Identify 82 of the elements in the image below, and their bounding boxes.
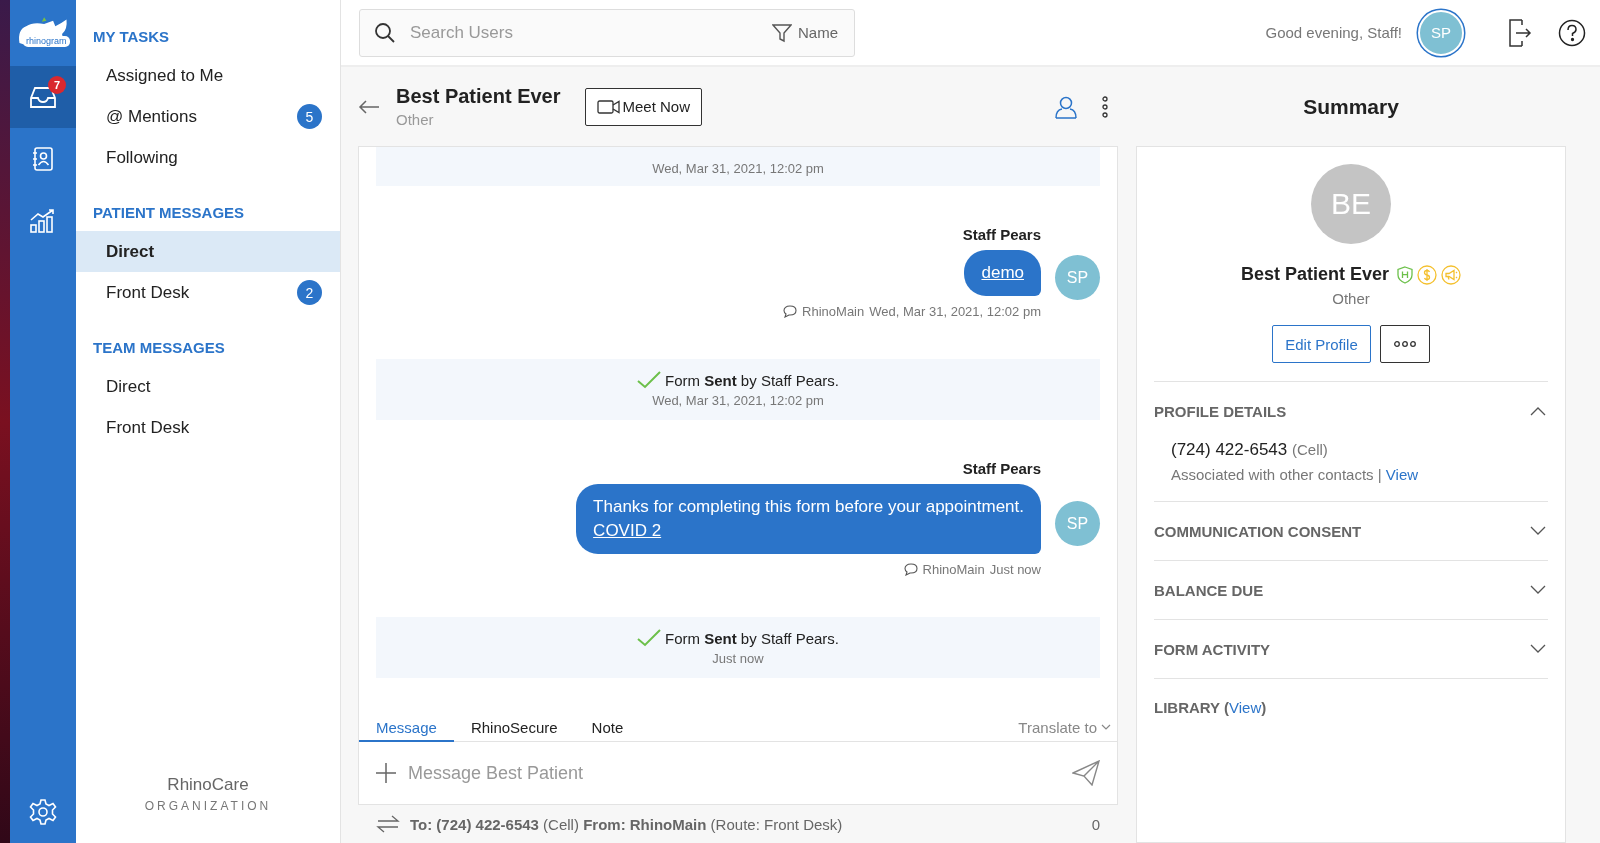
sidebar-item[interactable]: Direct — [76, 231, 340, 272]
route-info: To: (724) 422-6543 (Cell) From: RhinoMain (Route: Front Desk) — [410, 815, 843, 833]
back-arrow-icon[interactable] — [358, 98, 380, 115]
logout-icon[interactable] — [1508, 18, 1532, 47]
organization-name: RhinoCare — [166, 775, 250, 795]
sidebar-item[interactable]: Following — [76, 137, 340, 178]
chat-bubble-icon — [903, 563, 918, 576]
message-link[interactable]: demo — [981, 261, 1024, 285]
search-icon — [374, 21, 396, 44]
library-view-link[interactable]: View — [1229, 699, 1262, 716]
message-time: Wed, Mar 31, 2021, 12:02 pm — [869, 304, 1041, 319]
section-heading: PATIENT MESSAGES — [92, 204, 246, 221]
greeting-text: Good evening, Staff! — [1265, 24, 1402, 41]
message-text: Thanks for completing this form before your appointment. — [593, 496, 1024, 518]
event-text: Form Sent by Staff Pears. — [665, 372, 839, 389]
chat-bubble-icon — [783, 305, 798, 318]
sender-name: Staff Pears — [962, 460, 1041, 477]
person-icon[interactable] — [1054, 94, 1078, 119]
patient-name: Best Patient Ever — [1240, 264, 1390, 285]
compose-tab[interactable]: Message — [359, 719, 454, 742]
meet-now-button[interactable]: Meet Now — [584, 87, 703, 126]
video-camera-icon — [596, 99, 621, 114]
dollar-icon — [1417, 264, 1438, 285]
sidebar-item[interactable]: Front Desk — [76, 407, 340, 448]
section-heading: MY TASKS — [92, 28, 171, 45]
sender-avatar: SP — [1055, 255, 1100, 300]
message-channel: RhinoMain — [922, 562, 985, 577]
edit-profile-button[interactable]: Edit Profile — [1272, 325, 1371, 363]
accordion-header[interactable]: BALANCE DUE — [1154, 561, 1548, 619]
send-icon[interactable] — [1072, 760, 1100, 786]
character-count: 0 — [1091, 815, 1100, 833]
checkmark-icon — [637, 371, 661, 389]
summary-title: Summary — [1302, 93, 1400, 120]
section-heading: TEAM MESSAGES — [92, 339, 226, 356]
sender-name: Staff Pears — [962, 226, 1041, 243]
organization-label: ORGANIZATION — [143, 799, 273, 813]
plus-icon[interactable] — [376, 763, 396, 783]
count-badge: 5 — [297, 104, 322, 129]
accordion-header[interactable]: PROFILE DETAILS — [1154, 382, 1548, 440]
contact-type: Other — [396, 111, 435, 128]
filter-button[interactable]: Name — [772, 22, 838, 43]
rhino-logo: rhinogram — [10, 0, 76, 66]
chevron-down-icon — [1101, 724, 1111, 731]
address-book-icon — [30, 146, 56, 172]
patient-avatar: BE — [1311, 164, 1391, 244]
bar-chart-icon — [29, 208, 57, 234]
help-icon[interactable] — [1558, 18, 1586, 47]
inbox-nav-button[interactable]: 7 — [10, 66, 76, 128]
search-field[interactable]: Search Users Name — [359, 8, 855, 57]
associated-note: Associated with other contacts | — [1171, 466, 1382, 483]
count-badge: 2 — [297, 280, 322, 305]
message-link[interactable]: COVID 2 — [593, 519, 662, 543]
message-time: Just now — [989, 562, 1041, 577]
sidebar-item[interactable]: Assigned to Me — [76, 55, 340, 96]
event-text: Form Sent by Staff Pears. — [665, 630, 839, 647]
ellipsis-icon — [1392, 340, 1417, 348]
checkmark-icon — [637, 629, 661, 647]
contact-name: Best Patient Ever — [396, 85, 561, 108]
message-channel: RhinoMain — [802, 304, 865, 319]
funnel-icon — [772, 22, 792, 43]
shield-icon — [1397, 265, 1414, 284]
translate-dropdown[interactable]: Translate to — [1018, 719, 1111, 741]
library-heading: LIBRARY (View) — [1154, 678, 1548, 716]
event-time: Just now — [712, 651, 764, 666]
compose-tab[interactable]: Note — [574, 719, 641, 742]
event-time: Wed, Mar 31, 2021, 12:02 pm — [652, 393, 824, 408]
swap-arrows-icon[interactable] — [376, 814, 400, 834]
more-button[interactable] — [1379, 325, 1430, 363]
phone-number: (724) 422-6543 (Cell) — [1171, 440, 1329, 460]
sidebar-item[interactable]: Direct — [76, 366, 340, 407]
sidebar-item[interactable]: @ Mentions 5 — [76, 96, 340, 137]
accordion-header[interactable]: COMMUNICATION CONSENT — [1154, 502, 1548, 560]
sidebar-item[interactable]: Front Desk 2 — [76, 272, 340, 313]
more-options-icon[interactable] — [1102, 95, 1108, 118]
view-link[interactable]: View — [1385, 466, 1419, 483]
accordion-header[interactable]: FORM ACTIVITY — [1154, 620, 1548, 678]
event-time: Wed, Mar 31, 2021, 12:02 pm — [652, 161, 824, 176]
megaphone-icon — [1441, 264, 1462, 285]
sender-avatar: SP — [1055, 501, 1100, 546]
patient-type: Other — [1332, 290, 1370, 307]
notification-badge: 7 — [48, 76, 66, 94]
compose-tab[interactable]: RhinoSecure — [453, 719, 575, 742]
